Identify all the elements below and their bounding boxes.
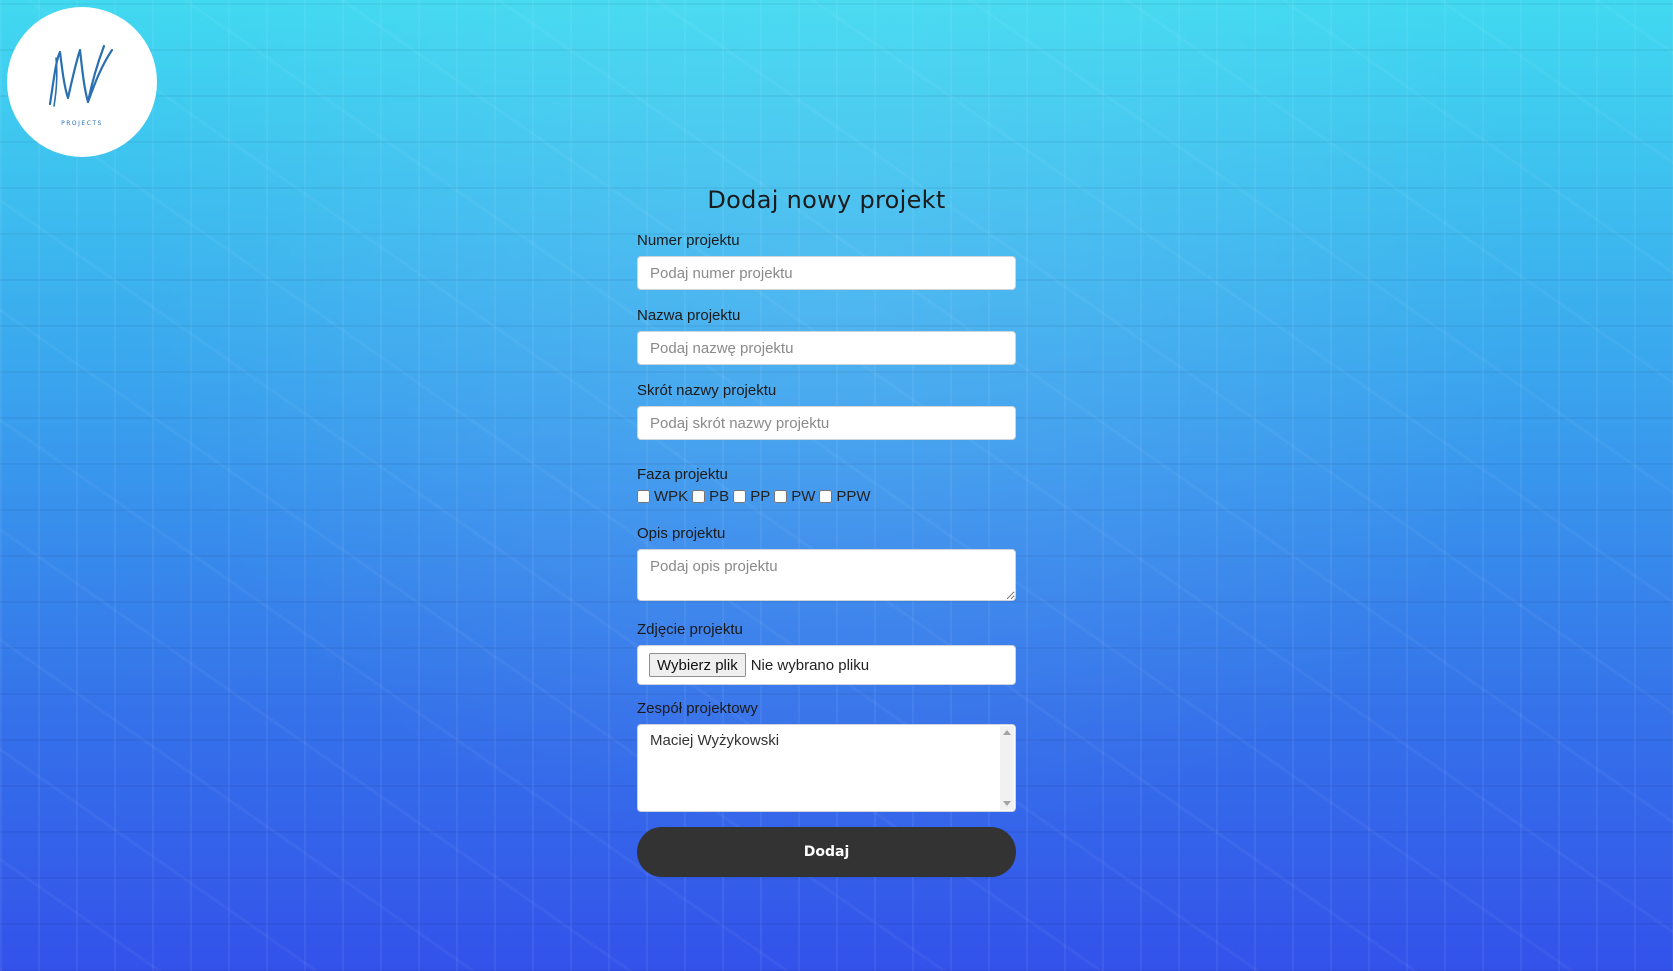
project-number-label: Numer projektu <box>637 232 740 249</box>
project-phase-label: Faza projektu <box>637 466 728 483</box>
team-select[interactable]: Maciej Wyżykowski <box>637 724 1016 812</box>
phase-label-pb: PB <box>709 488 730 505</box>
project-phase-group: Faza projektu WPK PB PP PW PPW <box>637 466 1016 505</box>
phase-checkbox-pp[interactable] <box>733 490 747 503</box>
file-picker: Wybierz plik Nie wybrano pliku <box>637 645 1016 685</box>
phase-option-wpk[interactable]: WPK <box>637 488 688 505</box>
project-number-input[interactable] <box>637 256 1016 290</box>
team-scrollbar[interactable] <box>1000 726 1014 810</box>
project-name-input[interactable] <box>637 331 1016 365</box>
phase-label-pp: PP <box>750 488 771 505</box>
file-status-text: Nie wybrano pliku <box>750 656 870 674</box>
project-short-label: Skrót nazwy projektu <box>637 382 777 399</box>
add-project-form: Dodaj nowy projekt Numer projektu Nazwa … <box>637 180 1016 877</box>
project-number-group: Numer projektu <box>637 232 1016 290</box>
page-title: Dodaj nowy projekt <box>707 186 946 214</box>
project-description-group: Opis projektu <box>637 525 1016 606</box>
scroll-down-icon[interactable] <box>1003 801 1011 806</box>
project-name-group: Nazwa projektu <box>637 307 1016 365</box>
phase-label-pw: PW <box>791 488 816 505</box>
phase-checkbox-wpk[interactable] <box>637 490 650 503</box>
scroll-up-icon[interactable] <box>1003 730 1011 735</box>
phase-checkbox-ppw[interactable] <box>819 490 833 503</box>
logo-subtitle: PROJECTS <box>61 119 103 127</box>
choose-file-button[interactable]: Wybierz plik <box>649 653 746 677</box>
project-short-input[interactable] <box>637 406 1016 440</box>
submit-button[interactable]: Dodaj <box>637 827 1016 877</box>
phase-label-ppw: PPW <box>836 488 871 505</box>
phase-checkbox-pb[interactable] <box>692 490 706 503</box>
phase-checkbox-pw[interactable] <box>774 490 788 503</box>
phase-option-ppw[interactable]: PPW <box>819 488 871 505</box>
project-name-label: Nazwa projektu <box>637 307 741 324</box>
team-member-option[interactable]: Maciej Wyżykowski <box>650 732 1003 749</box>
project-image-label: Zdjęcie projektu <box>637 621 743 638</box>
phase-option-pw[interactable]: PW <box>774 488 815 505</box>
mw-signature-icon <box>48 44 114 107</box>
phase-option-pp[interactable]: PP <box>733 488 770 505</box>
project-description-textarea[interactable] <box>637 549 1016 601</box>
phase-label-wpk: WPK <box>654 488 689 505</box>
phase-option-pb[interactable]: PB <box>692 488 729 505</box>
project-short-group: Skrót nazwy projektu <box>637 382 1016 440</box>
project-image-group: Zdjęcie projektu Wybierz plik Nie wybran… <box>637 621 1016 685</box>
project-description-label: Opis projektu <box>637 525 726 542</box>
logo[interactable]: PROJECTS <box>7 7 157 157</box>
project-team-label: Zespół projektowy <box>637 700 758 717</box>
phase-checkboxes: WPK PB PP PW PPW <box>637 488 1016 505</box>
project-team-group: Zespół projektowy Maciej Wyżykowski <box>637 700 1016 812</box>
